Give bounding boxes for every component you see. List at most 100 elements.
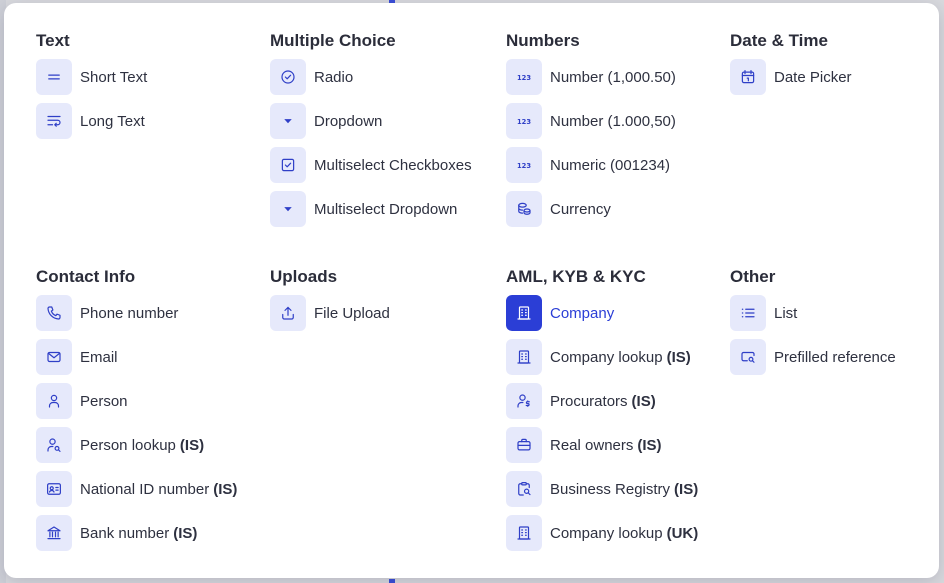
field-type-label-text: List [774,304,798,322]
field-type-label-text: Email [80,348,118,366]
field-type-multiselect-dropdown[interactable]: Multiselect Dropdown [270,191,472,227]
field-type-label: Short Text [80,69,147,86]
field-type-label-text: Real owners [550,436,634,454]
building-icon [506,339,542,375]
upload-icon [270,295,306,331]
field-type-dropdown[interactable]: Dropdown [270,103,472,139]
section-contact-info: Contact Info Phone number Email Person Perso… [36,266,237,559]
bank-icon [36,515,72,551]
field-type-label: Dropdown [314,113,382,130]
field-type-label-text: Prefilled reference [774,348,896,366]
field-type-label-text: Multiselect Dropdown [314,200,458,218]
svg-text:123: 123 [517,118,531,126]
field-type-label: Prefilled reference [774,349,896,366]
field-type-label-text: Procurators [550,392,628,410]
field-type-label-text: Person [80,392,128,410]
field-type-label: Number (1,000.50) [550,69,676,86]
region-suffix: (IS) [637,436,662,454]
field-type-real-owners-is[interactable]: Real owners (IS) [506,427,698,463]
field-type-person[interactable]: Person [36,383,237,419]
field-type-label-text: Company [550,304,615,322]
section-other: Other List Prefilled reference [730,266,896,383]
field-type-label-text: Long Text [80,112,145,130]
field-type-label-text: File Upload [314,304,390,322]
field-type-label-text: National ID number [80,480,210,498]
field-type-label-text: Short Text [80,68,148,86]
field-type-number-1-000-50[interactable]: 123 Number (1.000,50) [506,103,676,139]
field-type-file-upload[interactable]: File Upload [270,295,390,331]
id-card-icon [36,471,72,507]
section-title: Numbers [506,31,580,50]
section-title: Contact Info [36,267,136,286]
section-uploads: Uploads File Upload [270,266,390,339]
field-type-label: Date Picker [774,69,852,86]
field-type-numeric-001234[interactable]: 123 Numeric (001234) [506,147,676,183]
section-aml-kyb-kyc: AML, KYB & KYC Company Company lookup (IS) P… [506,266,698,559]
field-type-label: Multiselect Dropdown [314,201,457,218]
field-type-label: National ID number (IS) [80,481,237,498]
field-type-label: Person [80,393,128,410]
section-title: AML, KYB & KYC [506,267,646,286]
field-type-currency[interactable]: Currency [506,191,676,227]
field-type-label: Number (1.000,50) [550,113,676,130]
region-suffix: (IS) [179,436,205,454]
field-type-label: Procurators (IS) [550,393,656,410]
region-suffix: (IS) [173,524,198,542]
person-search-icon [36,427,72,463]
section-title: Other [730,267,776,286]
field-type-date-picker[interactable]: Date Picker [730,59,852,95]
field-type-label: Numeric (001234) [550,157,670,174]
checkbox-icon [270,147,306,183]
field-type-label-text: Number (1.000,50) [550,112,676,130]
field-type-multiselect-checkboxes[interactable]: Multiselect Checkboxes [270,147,472,183]
region-suffix: (IS) [631,392,656,410]
field-type-company[interactable]: Company [506,295,698,331]
radio-icon [270,59,306,95]
field-type-label: Business Registry (IS) [550,481,698,498]
field-type-label: Company [550,305,614,322]
region-suffix: (IS) [213,480,238,498]
svg-text:123: 123 [517,74,531,82]
field-type-picker-panel: Text Short Text Long Text Multiple Choice Ra… [4,3,939,578]
field-type-label-text: Currency [550,200,611,218]
building-icon [506,515,542,551]
field-type-national-id-number-is[interactable]: National ID number (IS) [36,471,237,507]
field-type-label-text: Company lookup [550,524,663,542]
field-type-number-1-000-50[interactable]: 123 Number (1,000.50) [506,59,676,95]
number-icon: 123 [506,59,542,95]
field-type-email[interactable]: Email [36,339,237,375]
dropdown-icon [270,103,306,139]
field-type-person-lookup-is[interactable]: Person lookup (IS) [36,427,237,463]
clipboard-search-icon [506,471,542,507]
svg-text:123: 123 [517,162,531,170]
list-icon [730,295,766,331]
field-type-list[interactable]: List [730,295,896,331]
briefcase-icon [506,427,542,463]
field-type-label-text: Number (1,000.50) [550,68,676,86]
field-type-label-text: Business Registry [550,480,671,498]
field-type-radio[interactable]: Radio [270,59,472,95]
field-type-business-registry-is[interactable]: Business Registry (IS) [506,471,698,507]
phone-icon [36,295,72,331]
field-type-label-text: Date Picker [774,68,852,86]
field-type-short-text[interactable]: Short Text [36,59,147,95]
field-type-label: Email [80,349,118,366]
field-type-company-lookup-uk[interactable]: Company lookup (UK) [506,515,698,551]
person-icon [36,383,72,419]
section-date-time: Date & Time Date Picker [730,30,852,103]
field-type-label-text: Dropdown [314,112,383,130]
field-type-phone-number[interactable]: Phone number [36,295,237,331]
field-type-label: Long Text [80,113,145,130]
field-type-long-text[interactable]: Long Text [36,103,147,139]
long-text-icon [36,103,72,139]
field-type-procurators-is[interactable]: Procurators (IS) [506,383,698,419]
field-type-prefilled-reference[interactable]: Prefilled reference [730,339,896,375]
section-title: Uploads [270,267,338,286]
currency-icon [506,191,542,227]
field-type-label: Phone number [80,305,178,322]
field-type-label-text: Numeric (001234) [550,156,671,174]
field-type-bank-number-is[interactable]: Bank number (IS) [36,515,237,551]
field-type-company-lookup-is[interactable]: Company lookup (IS) [506,339,698,375]
field-type-label-text: Multiselect Checkboxes [314,156,472,174]
region-suffix: (UK) [666,524,699,542]
